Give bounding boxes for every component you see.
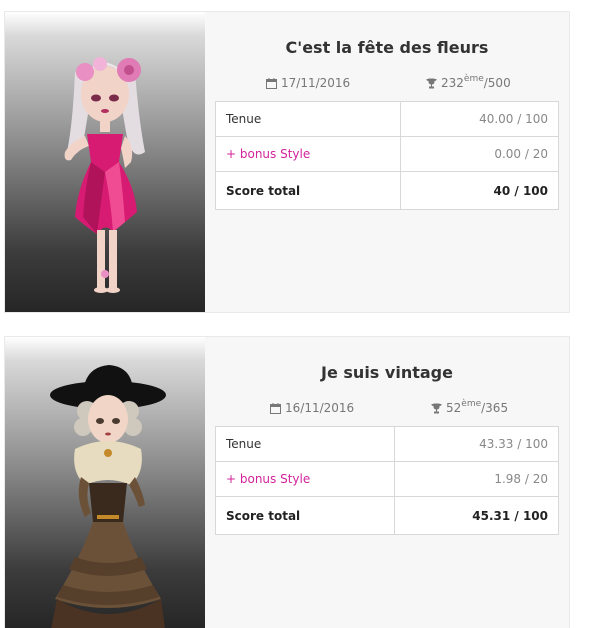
contest-info: C'est la fête des fleurs 17/11/2016 232è… — [205, 12, 569, 312]
contest-title: Je suis vintage — [321, 363, 453, 382]
avatar-vintage-girl — [50, 365, 166, 628]
bonus-value: 0.00 / 20 — [399, 136, 560, 172]
tenue-value: 40.00 / 100 — [399, 101, 560, 137]
bonus-value: 1.98 / 20 — [393, 461, 560, 497]
score-row-bonus: + bonus Style 1.98 / 20 — [215, 461, 560, 497]
bonus-label: + bonus Style — [215, 136, 401, 172]
trophy-icon — [431, 403, 442, 413]
bonus-label: + bonus Style — [215, 461, 395, 497]
contest-title: C'est la fête des fleurs — [285, 38, 489, 57]
total-value: 40 / 100 — [399, 171, 560, 210]
avatar-portrait-vintage[interactable] — [5, 337, 205, 628]
tenue-label: Tenue — [215, 426, 395, 462]
score-table: Tenue 40.00 / 100 + bonus Style 0.00 / 2… — [215, 101, 560, 210]
contest-rank: 52ème/365 — [431, 399, 509, 415]
contest-date: 17/11/2016 — [266, 76, 350, 90]
avatar-portrait-flower[interactable] — [5, 12, 205, 312]
rank-value: 232 — [441, 76, 464, 90]
calendar-icon — [266, 77, 277, 89]
rank-suffix: ème — [461, 399, 482, 409]
contest-date: 16/11/2016 — [270, 401, 354, 415]
score-row-total: Score total 45.31 / 100 — [215, 496, 560, 535]
rank-suffix: ème — [463, 74, 484, 84]
rank-value: 52 — [446, 401, 462, 415]
score-row-total: Score total 40 / 100 — [215, 171, 560, 210]
date-text: 17/11/2016 — [281, 76, 351, 90]
score-row-bonus: + bonus Style 0.00 / 20 — [215, 136, 560, 172]
contest-rank: 232ème/500 — [426, 74, 511, 90]
total-value: 45.31 / 100 — [393, 496, 560, 535]
rank-total: /365 — [481, 401, 509, 415]
trophy-icon — [426, 78, 437, 88]
score-table: Tenue 43.33 / 100 + bonus Style 1.98 / 2… — [215, 426, 560, 535]
tenue-value: 43.33 / 100 — [393, 426, 560, 462]
total-label: Score total — [215, 171, 401, 210]
contest-info: Je suis vintage 16/11/2016 52ème/365 Ten… — [205, 337, 569, 628]
avatar-flower-girl — [64, 57, 145, 293]
tenue-label: Tenue — [215, 101, 401, 137]
calendar-icon — [270, 402, 281, 414]
contest-card-1: C'est la fête des fleurs 17/11/2016 232è… — [4, 11, 570, 313]
contest-card-2: Je suis vintage 16/11/2016 52ème/365 Ten… — [4, 336, 570, 628]
total-label: Score total — [215, 496, 395, 535]
rank-total: /500 — [483, 76, 511, 90]
date-text: 16/11/2016 — [285, 401, 355, 415]
score-row-tenue: Tenue 43.33 / 100 — [215, 426, 560, 462]
score-row-tenue: Tenue 40.00 / 100 — [215, 101, 560, 137]
